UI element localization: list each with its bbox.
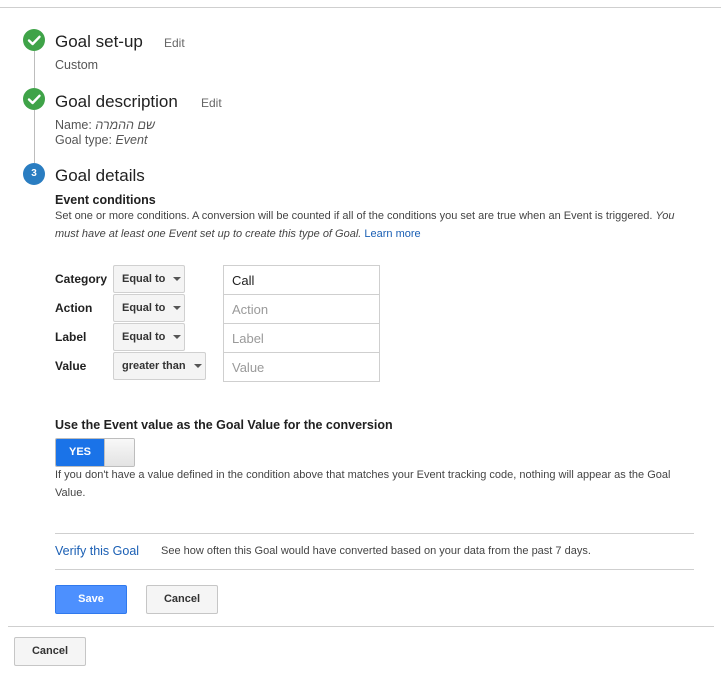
value-operator-dropdown[interactable]: greater than: [113, 352, 206, 380]
verify-goal-description: See how often this Goal would have conve…: [161, 545, 591, 557]
event-conditions-text: Set one or more conditions. A conversion…: [55, 210, 653, 222]
goal-value-heading: Use the Event value as the Goal Value fo…: [55, 418, 393, 432]
goal-type-value: Event: [115, 133, 148, 147]
action-operator-dropdown[interactable]: Equal to: [113, 294, 185, 322]
step-complete-icon: [23, 88, 45, 110]
goal-value-help: If you don't have a value defined in the…: [55, 469, 671, 499]
event-conditions-heading: Event conditions: [55, 193, 156, 207]
condition-label-category: Category: [55, 272, 108, 286]
bottom-divider: [8, 626, 714, 627]
step-title-goal-setup: Goal set-up: [55, 32, 143, 51]
goal-name-value: שם ההמרה: [95, 118, 156, 132]
edit-goal-setup-link[interactable]: Edit: [164, 36, 185, 50]
step-connector-1: [34, 51, 35, 88]
step-connector-2: [34, 110, 35, 163]
action-input[interactable]: [223, 294, 380, 324]
goal-name-label: Name:: [55, 118, 92, 132]
condition-label-value: Value: [55, 359, 87, 373]
goal-type-row: Goal type: Event: [55, 133, 147, 147]
action-operator-value: Equal to: [122, 302, 166, 314]
event-conditions-description: Set one or more conditions. A conversion…: [55, 207, 685, 243]
step-title-goal-details: Goal details: [55, 166, 145, 185]
edit-goal-description-link[interactable]: Edit: [201, 96, 222, 110]
value-input[interactable]: [223, 352, 380, 382]
caret-down-icon: [193, 364, 202, 369]
step-title-goal-description: Goal description: [55, 92, 178, 111]
cancel-button[interactable]: Cancel: [146, 585, 218, 614]
goal-name-row: Name: שם ההמרה: [55, 118, 155, 132]
goal-setup-summary: Custom: [55, 58, 99, 72]
category-operator-dropdown[interactable]: Equal to: [113, 265, 185, 293]
toggle-yes-label: YES: [56, 439, 104, 466]
checkmark-icon: [27, 94, 41, 105]
step-complete-icon: [23, 29, 45, 51]
step-number-badge: 3: [23, 163, 45, 185]
verify-divider-top: [55, 533, 694, 534]
label-input[interactable]: [223, 323, 380, 353]
goal-type-label: Goal type:: [55, 133, 112, 147]
caret-down-icon: [173, 335, 182, 340]
category-operator-value: Equal to: [122, 273, 166, 285]
checkmark-icon: [27, 35, 41, 46]
caret-down-icon: [173, 277, 182, 282]
verify-divider-bottom: [55, 569, 694, 570]
verify-goal-link[interactable]: Verify this Goal: [55, 544, 139, 558]
outer-cancel-button[interactable]: Cancel: [14, 637, 86, 666]
label-operator-value: Equal to: [122, 331, 166, 343]
label-operator-dropdown[interactable]: Equal to: [113, 323, 185, 351]
condition-label-action: Action: [55, 301, 93, 315]
value-operator-value: greater than: [122, 360, 186, 372]
save-button[interactable]: Save: [55, 585, 127, 614]
learn-more-link[interactable]: Learn more: [364, 228, 420, 240]
top-divider: [0, 7, 721, 8]
caret-down-icon: [173, 306, 182, 311]
toggle-knob: [104, 439, 134, 466]
condition-label-label: Label: [55, 330, 87, 344]
category-input[interactable]: [223, 265, 380, 295]
goal-value-toggle[interactable]: YES: [55, 438, 135, 467]
